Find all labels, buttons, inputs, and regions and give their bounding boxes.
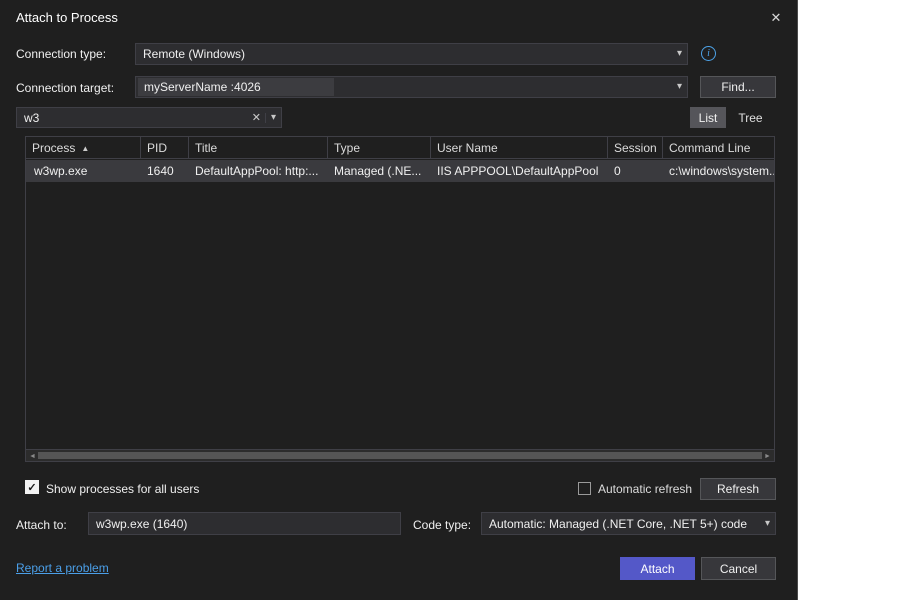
sort-ascending-icon: ▲	[81, 144, 89, 153]
list-view-button[interactable]: List	[690, 107, 726, 128]
chevron-down-icon[interactable]: ▾	[677, 49, 682, 59]
automatic-refresh-checkbox[interactable]	[578, 482, 591, 495]
cell-title: DefaultAppPool: http:...	[189, 160, 328, 182]
show-all-users-checkbox[interactable]: ✓	[25, 480, 39, 494]
show-all-users-label[interactable]: Show processes for all users	[46, 482, 199, 496]
connection-target-value: myServerName :4026	[138, 78, 334, 96]
attach-to-label: Attach to:	[16, 518, 67, 532]
connection-type-combobox[interactable]: Remote (Windows) ▾	[135, 43, 688, 65]
code-type-combobox[interactable]: Automatic: Managed (.NET Core, .NET 5+) …	[481, 512, 776, 535]
chevron-down-icon[interactable]: ▾	[265, 113, 276, 123]
tree-view-button[interactable]: Tree	[732, 107, 769, 128]
attach-to-field[interactable]: w3wp.exe (1640)	[88, 512, 401, 535]
report-a-problem-link[interactable]: Report a problem	[16, 561, 109, 575]
dialog-title: Attach to Process	[16, 10, 118, 25]
code-type-value: Automatic: Managed (.NET Core, .NET 5+) …	[489, 517, 747, 531]
filter-value: w3	[24, 111, 39, 125]
find-button[interactable]: Find...	[700, 76, 776, 98]
column-header-session[interactable]: Session	[608, 137, 663, 159]
process-filter-input[interactable]: w3 ✕ ▾	[16, 107, 282, 128]
column-header-title[interactable]: Title	[189, 137, 328, 159]
column-header-pid[interactable]: PID	[141, 137, 189, 159]
chevron-down-icon[interactable]: ▾	[677, 82, 682, 92]
process-table: Process ▲ PID Title Type User Name Sessi…	[25, 136, 775, 462]
column-header-commandline[interactable]: Command Line	[663, 137, 775, 159]
refresh-button[interactable]: Refresh	[700, 478, 776, 500]
connection-target-label: Connection target:	[16, 81, 114, 95]
scroll-right-icon[interactable]: ►	[762, 451, 773, 461]
process-table-header: Process ▲ PID Title Type User Name Sessi…	[26, 137, 774, 159]
connection-type-label: Connection type:	[16, 47, 106, 61]
horizontal-scrollbar[interactable]: ◄ ►	[26, 449, 774, 461]
cell-type: Managed (.NE...	[328, 160, 431, 182]
connection-target-combobox[interactable]: myServerName :4026 ▾	[135, 76, 688, 98]
scroll-left-icon[interactable]: ◄	[27, 451, 38, 461]
close-icon[interactable]: ✕	[764, 7, 788, 29]
info-icon[interactable]: i	[701, 46, 716, 61]
code-type-label: Code type:	[413, 518, 471, 532]
check-icon: ✓	[27, 481, 36, 494]
screen: Attach to Process ✕ Connection type: Rem…	[0, 0, 912, 600]
cancel-button[interactable]: Cancel	[701, 557, 776, 580]
column-header-type[interactable]: Type	[328, 137, 431, 159]
column-header-process[interactable]: Process ▲	[26, 137, 141, 159]
cell-session: 0	[608, 160, 663, 182]
chevron-down-icon[interactable]: ▾	[765, 519, 770, 529]
cell-pid: 1640	[141, 160, 189, 182]
cell-commandline: c:\windows\system...	[663, 160, 775, 182]
scrollbar-thumb[interactable]	[38, 452, 762, 459]
attach-button[interactable]: Attach	[620, 557, 695, 580]
attach-to-process-dialog: Attach to Process ✕ Connection type: Rem…	[0, 0, 798, 600]
table-row[interactable]: w3wp.exe 1640 DefaultAppPool: http:... M…	[26, 160, 774, 182]
cell-username: IIS APPPOOL\DefaultAppPool	[431, 160, 608, 182]
connection-type-value: Remote (Windows)	[143, 47, 245, 61]
cell-process: w3wp.exe	[26, 160, 141, 182]
clear-filter-icon[interactable]: ✕	[252, 111, 261, 124]
automatic-refresh-label[interactable]: Automatic refresh	[598, 482, 692, 496]
column-header-username[interactable]: User Name	[431, 137, 608, 159]
